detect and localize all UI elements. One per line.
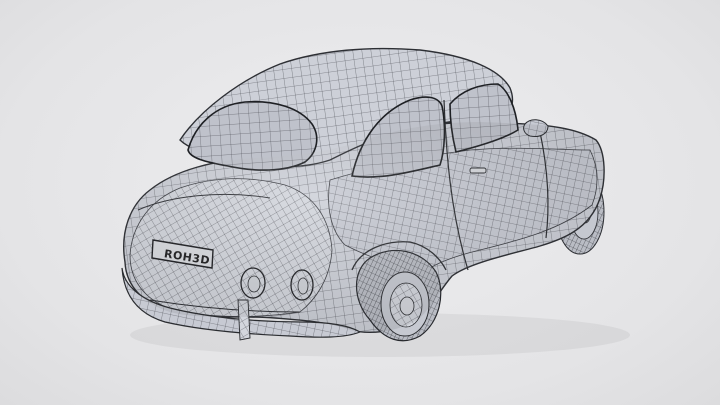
render-viewport: ROH3D: [0, 0, 720, 405]
car-wireframe: ROH3D: [121, 47, 630, 357]
